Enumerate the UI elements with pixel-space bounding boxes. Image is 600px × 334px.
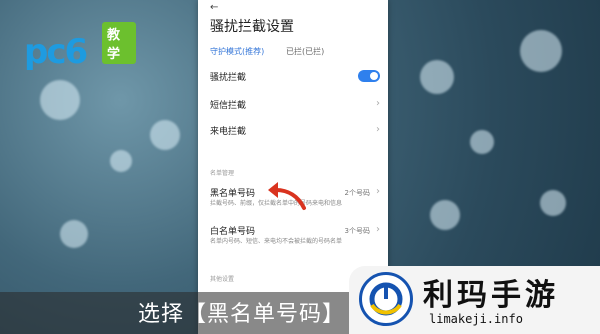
bokeh-light (430, 200, 460, 230)
red-arrow-pointer-icon (268, 182, 306, 210)
brand-name: 利玛手游 (423, 278, 559, 313)
setting-row-calls[interactable]: 来电拦截 › (210, 124, 380, 140)
bokeh-light (470, 130, 494, 154)
setting-label: 短信拦截 (210, 101, 247, 111)
bokeh-light (110, 150, 132, 172)
chevron-right-icon: › (376, 186, 380, 197)
bokeh-light (40, 80, 80, 120)
chevron-right-icon: › (376, 98, 380, 109)
brand-logo-mark (369, 282, 403, 316)
toggle-knob (370, 72, 378, 80)
caption-text: 选择【黑名单号码】 (138, 302, 346, 327)
back-arrow-icon[interactable]: ← (210, 2, 218, 13)
brand-logo-icon (359, 272, 413, 326)
page-title: 骚扰拦截设置 (210, 19, 294, 35)
setting-row-harassment[interactable]: 骚扰拦截 (210, 70, 380, 86)
blacklist-count: 2个号码 (344, 189, 370, 197)
blocked-count: 已拦(已拦) (286, 47, 325, 56)
bokeh-light (540, 190, 566, 216)
harassment-toggle[interactable] (358, 70, 380, 82)
watermark-badge: 教学 (102, 22, 136, 64)
bokeh-light (150, 120, 180, 150)
bokeh-light (520, 30, 562, 72)
chevron-right-icon: › (376, 224, 380, 235)
watermark-logo-text: pc6 (24, 32, 88, 72)
setting-label: 骚扰拦截 (210, 73, 247, 83)
protection-mode-link[interactable]: 守护模式(推荐) (210, 46, 264, 57)
setting-label: 来电拦截 (210, 127, 247, 137)
whitelist-count: 3个号码 (344, 227, 370, 235)
brand-url: limakeji.info (429, 312, 523, 326)
brand-badge: 利玛手游 limakeji.info (349, 266, 600, 334)
whitelist-desc: 名单内号码、短信、来电均不会被拦截的号码名单 (210, 238, 343, 245)
bokeh-light (420, 60, 454, 94)
chevron-right-icon: › (376, 124, 380, 135)
section-label: 名单管理 (210, 170, 235, 177)
site-watermark-logo: pc6 教学 (24, 22, 136, 72)
section-label-other: 其他设置 (210, 276, 235, 283)
bokeh-light (60, 220, 88, 248)
list-row-whitelist[interactable]: 白名单号码 名单内号码、短信、来电均不会被拦截的号码名单 3个号码 › (210, 224, 380, 248)
setting-row-sms[interactable]: 短信拦截 › (210, 98, 380, 114)
